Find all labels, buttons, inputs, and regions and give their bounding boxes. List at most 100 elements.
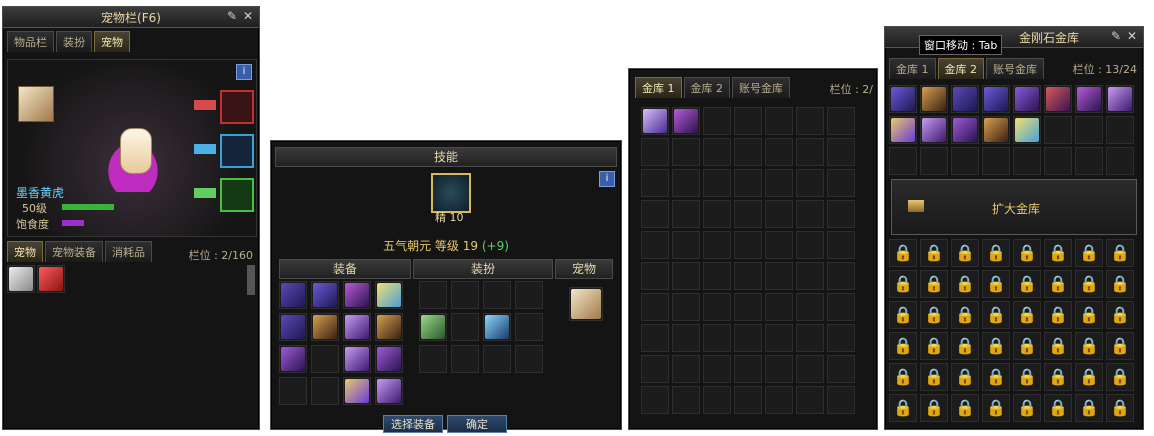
confirm-button[interactable]: 确定 xyxy=(447,415,507,433)
vault-slot[interactable] xyxy=(796,107,824,135)
vault-slot[interactable] xyxy=(734,293,762,321)
vault-slot[interactable] xyxy=(672,293,700,321)
vault-slot[interactable] xyxy=(827,138,855,166)
vault-slot[interactable] xyxy=(796,262,824,290)
vault-slot[interactable] xyxy=(734,386,762,414)
tab-account-vault[interactable]: 账号金库 xyxy=(986,58,1044,79)
vault-slot[interactable] xyxy=(827,386,855,414)
vault-slot[interactable] xyxy=(796,169,824,197)
vault-slot[interactable] xyxy=(889,116,917,144)
equipment-slot[interactable] xyxy=(279,377,307,405)
pet-skill-slot-2[interactable] xyxy=(220,134,254,168)
vault-slot[interactable] xyxy=(796,231,824,259)
vault-slot[interactable] xyxy=(703,138,731,166)
equipment-slot[interactable] xyxy=(343,281,371,309)
vault-slot[interactable] xyxy=(796,386,824,414)
vault-slot[interactable] xyxy=(672,138,700,166)
close-icon[interactable]: ✕ xyxy=(1125,29,1139,43)
vault-slot[interactable] xyxy=(889,147,917,175)
equipment-slot[interactable] xyxy=(279,281,307,309)
vault-slot[interactable] xyxy=(1013,147,1041,175)
vault-slot[interactable] xyxy=(765,107,793,135)
subtab-pet-equipment[interactable]: 宠物装备 xyxy=(45,241,103,262)
vault-slot[interactable] xyxy=(1044,85,1072,113)
tab-avatar[interactable]: 装扮 xyxy=(56,31,92,52)
vault-slot[interactable] xyxy=(734,355,762,383)
vault-slot[interactable] xyxy=(1106,116,1134,144)
vault-slot[interactable] xyxy=(827,169,855,197)
pet-skill-slot-1[interactable] xyxy=(220,90,254,124)
vault-slot[interactable] xyxy=(982,116,1010,144)
vault-slot[interactable] xyxy=(1075,85,1103,113)
vault-slot[interactable] xyxy=(827,355,855,383)
equipment-slot[interactable] xyxy=(311,281,339,309)
vault-slot[interactable] xyxy=(796,324,824,352)
tab-vault-1[interactable]: 金库 1 xyxy=(635,77,682,98)
vault-slot[interactable] xyxy=(672,324,700,352)
close-icon[interactable]: ✕ xyxy=(241,9,255,23)
pet-window-titlebar[interactable]: 宠物栏(F6) ✎ ✕ xyxy=(3,7,259,28)
vault-slot[interactable] xyxy=(982,85,1010,113)
vault-slot[interactable] xyxy=(734,324,762,352)
avatar-slot[interactable] xyxy=(483,313,511,341)
vault-slot[interactable] xyxy=(672,231,700,259)
avatar-slot[interactable] xyxy=(515,345,543,373)
equipment-slot[interactable] xyxy=(279,345,307,373)
subtab-consumables[interactable]: 消耗品 xyxy=(105,241,152,262)
vault-slot[interactable] xyxy=(641,262,669,290)
avatar-slot[interactable] xyxy=(451,313,479,341)
vault-slot[interactable] xyxy=(982,147,1010,175)
equipment-slot[interactable] xyxy=(279,313,307,341)
vault-slot[interactable] xyxy=(672,262,700,290)
vault-slot[interactable] xyxy=(796,293,824,321)
equipment-slot[interactable] xyxy=(343,345,371,373)
vault-slot[interactable] xyxy=(1013,116,1041,144)
vault-slot[interactable] xyxy=(796,200,824,228)
vault-slot[interactable] xyxy=(703,200,731,228)
info-icon[interactable]: i xyxy=(236,64,252,80)
avatar-slot[interactable] xyxy=(515,281,543,309)
inventory-slot[interactable] xyxy=(37,265,65,293)
vault-slot[interactable] xyxy=(951,116,979,144)
vault-slot[interactable] xyxy=(703,107,731,135)
vault-slot[interactable] xyxy=(827,324,855,352)
vault-slot[interactable] xyxy=(765,293,793,321)
vault-slot[interactable] xyxy=(796,355,824,383)
tab-vault-1[interactable]: 金库 1 xyxy=(889,58,936,79)
avatar-slot[interactable] xyxy=(515,313,543,341)
vault-slot[interactable] xyxy=(951,85,979,113)
vault-slot[interactable] xyxy=(703,262,731,290)
vault-slot[interactable] xyxy=(703,386,731,414)
vault-slot[interactable] xyxy=(827,293,855,321)
vault-slot[interactable] xyxy=(734,200,762,228)
vault-slot[interactable] xyxy=(827,200,855,228)
vault-slot[interactable] xyxy=(765,355,793,383)
equipment-slot[interactable] xyxy=(375,281,403,309)
vault-slot[interactable] xyxy=(734,169,762,197)
vault-slot[interactable] xyxy=(765,386,793,414)
equipment-slot[interactable] xyxy=(311,345,339,373)
vault-slot[interactable] xyxy=(734,262,762,290)
equipment-slot[interactable] xyxy=(343,377,371,405)
vault-slot[interactable] xyxy=(734,107,762,135)
vault-slot[interactable] xyxy=(703,293,731,321)
equipment-slot[interactable] xyxy=(375,345,403,373)
vault-slot[interactable] xyxy=(951,147,979,175)
avatar-slot[interactable] xyxy=(483,281,511,309)
skill-icon[interactable] xyxy=(431,173,471,213)
avatar-slot[interactable] xyxy=(419,313,447,341)
vault-slot[interactable] xyxy=(1106,85,1134,113)
vault-slot[interactable] xyxy=(1075,147,1103,175)
expand-vault-button[interactable]: 扩大金库 xyxy=(992,200,1040,217)
vault-slot[interactable] xyxy=(827,231,855,259)
vault-slot[interactable] xyxy=(827,107,855,135)
tab-vault-2[interactable]: 金库 2 xyxy=(683,77,730,98)
vault-slot[interactable] xyxy=(641,231,669,259)
vault-slot[interactable] xyxy=(889,85,917,113)
pin-icon[interactable]: ✎ xyxy=(1109,29,1123,43)
vault-slot[interactable] xyxy=(703,231,731,259)
vault-slot[interactable] xyxy=(703,169,731,197)
vault-slot[interactable] xyxy=(1106,147,1134,175)
vault-slot[interactable] xyxy=(734,138,762,166)
tab-pet[interactable]: 宠物 xyxy=(94,31,130,52)
